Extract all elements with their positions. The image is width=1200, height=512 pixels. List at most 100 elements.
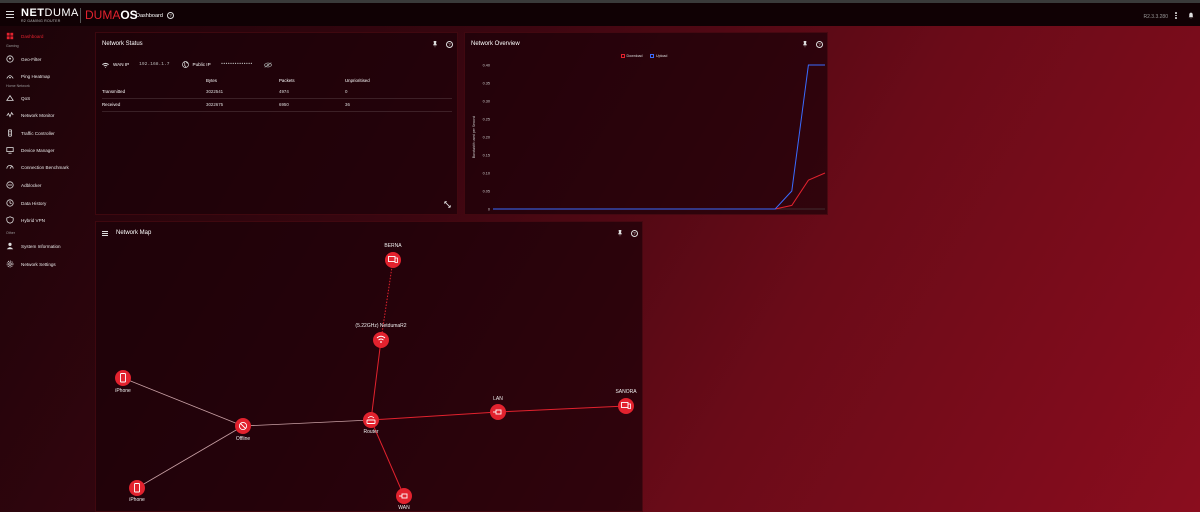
network-overview-panel: Network Overview ? Download Upload 0 0.05… xyxy=(464,32,828,215)
series-line-download xyxy=(493,172,826,210)
visibility-off-icon[interactable] xyxy=(264,61,273,68)
sidebar-item-label: QoS xyxy=(21,95,31,101)
sidebar-item-label: Hybrid VPN xyxy=(21,217,45,223)
node-label-iphone-2: iPhone xyxy=(129,497,145,503)
panel-title: Network Status xyxy=(102,41,143,47)
benchmark-icon xyxy=(6,163,14,171)
sidebar-item-label: Dashboard xyxy=(21,33,44,39)
sidebar-item-system-information[interactable]: System Information xyxy=(0,239,92,253)
sidebar-item-connection-benchmark[interactable]: Connection Benchmark xyxy=(0,160,92,174)
node-lan[interactable] xyxy=(490,404,506,420)
link-offline-router xyxy=(242,419,372,427)
series-line-upload xyxy=(493,64,825,210)
unprioritised-value: 36 xyxy=(345,102,350,107)
node-label-sanora: SANORA xyxy=(615,389,637,395)
firmware-version: R2.3.3.280 xyxy=(1143,14,1168,20)
dumaos-logo: DUMAOS xyxy=(85,8,138,22)
network-monitor-icon xyxy=(6,111,14,119)
sidebar-item-geo-filter[interactable]: Geo-Filter xyxy=(0,52,92,66)
sidebar-item-label: Network Monitor xyxy=(21,112,55,118)
sidebar-item-adblocker[interactable]: Adblocker xyxy=(0,178,92,192)
node-offline[interactable] xyxy=(235,418,251,434)
menu-icon[interactable] xyxy=(6,11,14,19)
logo-subtitle: R2 GAMING ROUTER xyxy=(21,19,61,23)
sidebar-item-qos[interactable]: QoS xyxy=(0,91,92,105)
sidebar-item-network-monitor[interactable]: Network Monitor xyxy=(0,108,92,122)
help-icon[interactable]: ? xyxy=(167,12,174,19)
node-label-wifi: (5.22GHz) NetdumaR2 xyxy=(355,323,407,329)
sidebar-item-label: Ping Heatmap xyxy=(21,73,51,79)
node-router[interactable] xyxy=(363,412,379,428)
more-options-icon[interactable] xyxy=(1175,12,1178,20)
col-bytes: Bytes xyxy=(206,78,217,83)
adblocker-icon xyxy=(6,181,14,189)
device-manager-icon xyxy=(6,146,14,154)
node-label-wan: WAN xyxy=(398,505,410,511)
data-history-icon xyxy=(6,199,14,207)
network-status-panel: Network Status ? WAN IP 192.168.1.7 Publ… xyxy=(95,32,458,215)
sidebar-item-ping-heatmap[interactable]: Ping Heatmap xyxy=(0,69,92,83)
node-label-berna: BERNA xyxy=(384,243,402,249)
bandwidth-chart: 0 0.05 0.10 0.15 0.20 0.25 0.30 0.35 0.40 Bandwid… xyxy=(472,64,826,212)
node-wan[interactable] xyxy=(396,488,412,504)
sidebar-item-label: Traffic Controller xyxy=(21,130,55,136)
globe-icon xyxy=(181,61,189,68)
sidebar-item-label: System Information xyxy=(21,243,61,249)
node-sanora[interactable] xyxy=(618,398,634,414)
table-row: Received 3022675 6950 36 xyxy=(102,99,452,112)
node-label-router: Router xyxy=(363,429,379,435)
node-wifi[interactable] xyxy=(373,332,389,348)
breadcrumb: Dashboard xyxy=(136,13,163,19)
public-ip-value: •••••••••••••• xyxy=(220,62,253,67)
bytes-value: 3022541 xyxy=(206,89,224,94)
sidebar-section-label: Home Network xyxy=(6,84,30,88)
netduma-logo: NETDUMA xyxy=(21,7,79,19)
link-lan-sanora xyxy=(497,405,627,413)
sidebar-item-label: Device Manager xyxy=(21,147,55,153)
bytes-value: 3022675 xyxy=(206,102,224,107)
sidebar-item-data-history[interactable]: Data History xyxy=(0,196,92,210)
y-tick-label: 0.30 xyxy=(483,100,490,104)
sidebar-item-device-manager[interactable]: Device Manager xyxy=(0,143,92,157)
dashboard-icon xyxy=(6,32,14,40)
y-axis-label: Bandwidth used per Second xyxy=(472,116,476,159)
network-map-panel: Network Map ? BERNA (5.22GHz) NetdumaR2 … xyxy=(95,221,643,512)
sidebar-item-label: Geo-Filter xyxy=(21,56,42,62)
system-info-icon xyxy=(6,242,14,250)
row-label: Received xyxy=(102,102,121,107)
sidebar-item-label: Data History xyxy=(21,200,47,206)
help-icon[interactable]: ? xyxy=(446,41,453,48)
sidebar-item-hybrid-vpn[interactable]: Hybrid VPN xyxy=(0,213,92,227)
y-tick-label: 0 xyxy=(488,208,490,212)
col-packets: Packets xyxy=(279,78,295,83)
node-iphone-1[interactable] xyxy=(115,370,131,386)
y-tick-label: 0.15 xyxy=(483,154,490,158)
bell-icon[interactable] xyxy=(1188,12,1194,19)
pin-icon[interactable] xyxy=(432,41,438,48)
link-wifi-router xyxy=(370,339,382,421)
sidebar-item-dashboard[interactable]: Dashboard xyxy=(0,29,92,43)
col-unprioritised: Unprioritised xyxy=(345,78,370,83)
sidebar-item-label: Connection Benchmark xyxy=(21,164,69,170)
sidebar-item-label: Adblocker xyxy=(21,182,42,188)
expand-icon[interactable] xyxy=(444,201,451,208)
wan-ip-label: WAN IP xyxy=(113,62,130,67)
link-iphone1-offline xyxy=(122,377,244,427)
sidebar-item-network-settings[interactable]: Network Settings xyxy=(0,257,92,271)
wan-ip-value: 192.168.1.7 xyxy=(139,62,170,67)
geo-filter-icon xyxy=(6,55,14,63)
y-tick-label: 0.10 xyxy=(483,172,490,176)
packets-value: 4974 xyxy=(279,89,289,94)
sidebar-item-label: Network Settings xyxy=(21,261,56,267)
y-tick-label: 0.05 xyxy=(483,190,490,194)
wifi-icon xyxy=(102,62,109,68)
y-tick-label: 0.35 xyxy=(483,82,490,86)
node-iphone-2[interactable] xyxy=(129,480,145,496)
ping-heatmap-icon xyxy=(6,72,14,80)
sidebar-section-label: Other xyxy=(6,231,15,235)
network-map-graph xyxy=(115,252,634,504)
sidebar-item-traffic-controller[interactable]: Traffic Controller xyxy=(0,126,92,140)
link-iphone2-offline xyxy=(136,425,244,489)
node-label-offline: Offline xyxy=(235,436,251,442)
node-berna[interactable] xyxy=(385,252,401,268)
